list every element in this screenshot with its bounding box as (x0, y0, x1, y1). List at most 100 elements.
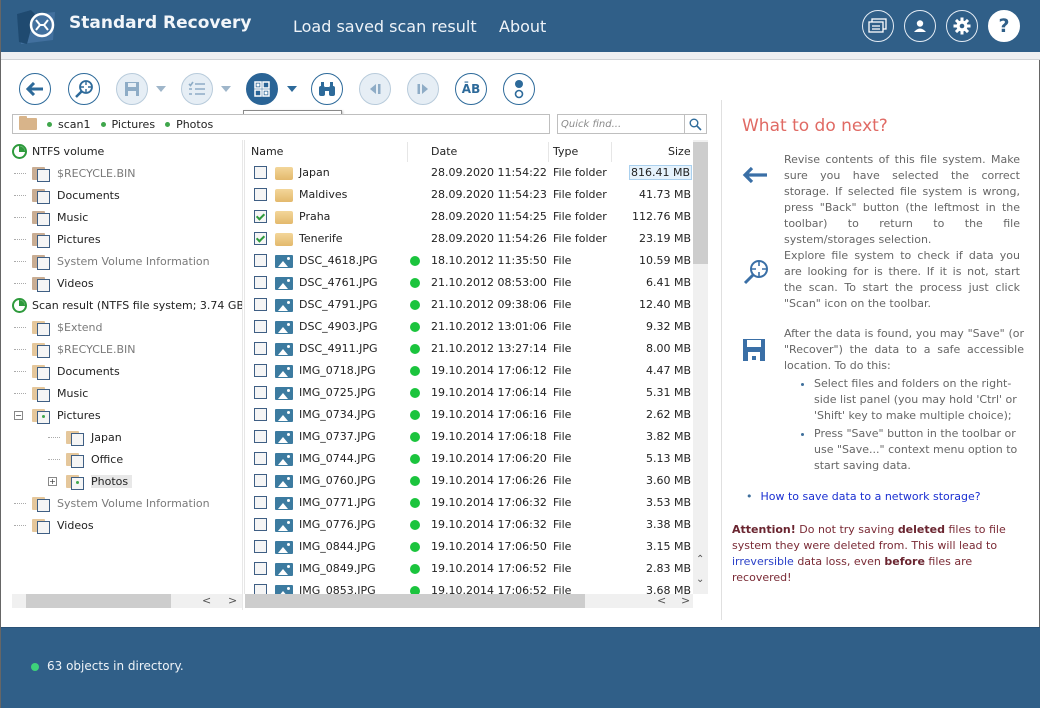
column-separator[interactable] (548, 142, 549, 162)
collapse-icon[interactable]: − (14, 410, 23, 420)
settings-button[interactable] (946, 10, 978, 42)
tree-checkbox[interactable] (71, 432, 84, 446)
scrollbar-thumb[interactable] (245, 594, 585, 608)
tree-folder-node[interactable]: $RECYCLE.BIN (14, 338, 135, 360)
column-separator[interactable] (407, 142, 408, 162)
expand-icon[interactable]: + (48, 476, 57, 486)
row-checkbox[interactable] (254, 342, 267, 355)
file-list-row[interactable]: IMG_0853.JPG 19.10.2014 17:06:52 File 3.68 … (245, 580, 694, 594)
row-checkbox[interactable] (254, 562, 267, 575)
file-list-row[interactable]: IMG_0849.JPG 19.10.2014 17:06:52 File 2.83 … (245, 558, 694, 580)
row-checkbox[interactable] (254, 254, 267, 267)
file-list-row[interactable]: Maldives 28.09.2020 11:54:23 File folder 41… (245, 184, 694, 206)
row-checkbox[interactable] (254, 584, 267, 594)
tree-checkbox[interactable] (71, 454, 84, 468)
tree-checkbox[interactable] (37, 520, 50, 534)
previous-button[interactable] (359, 73, 391, 105)
find-button[interactable] (311, 73, 343, 105)
scroll-right-icon[interactable]: > (228, 594, 237, 608)
row-checkbox[interactable] (254, 474, 267, 487)
file-list-row[interactable]: IMG_0771.JPG 19.10.2014 17:06:32 File 3.53 … (245, 492, 694, 514)
tree-checkbox[interactable] (71, 476, 84, 490)
row-checkbox[interactable] (254, 210, 267, 223)
row-checkbox[interactable] (254, 166, 267, 179)
tree-checkbox[interactable] (37, 498, 50, 512)
encoding-button[interactable]: ĀB (455, 73, 487, 105)
save-dropdown-arrow[interactable] (156, 86, 166, 92)
file-list-row[interactable]: IMG_0737.JPG 19.10.2014 17:06:18 File 3.82 … (245, 426, 694, 448)
column-separator[interactable] (611, 142, 612, 162)
tree-checkbox[interactable] (37, 278, 50, 292)
breadcrumb-item-scan1[interactable]: scan1 (47, 118, 91, 131)
row-checkbox[interactable] (254, 386, 267, 399)
row-checkbox[interactable] (254, 320, 267, 333)
file-list-row[interactable]: IMG_0760.JPG 19.10.2014 17:06:26 File 3.60 … (245, 470, 694, 492)
tree-folder-node[interactable]: − Pictures (14, 404, 101, 426)
tree-volume-node[interactable]: Scan result (NTFS file system; 3.74 GB i… (12, 294, 242, 316)
column-header-name[interactable]: Name (251, 145, 283, 158)
scroll-left-icon[interactable]: < (657, 594, 666, 608)
scan-button[interactable] (68, 73, 100, 105)
file-list-row[interactable]: Praha 28.09.2020 11:54:25 File folder 112.7… (245, 206, 694, 228)
tree-checkbox[interactable] (37, 344, 50, 358)
tree-checkbox[interactable] (37, 234, 50, 248)
next-button[interactable] (407, 73, 439, 105)
breadcrumb-item-photos[interactable]: Photos (165, 118, 213, 131)
tree-checkbox[interactable] (37, 168, 50, 182)
row-checkbox[interactable] (254, 408, 267, 421)
column-header-size[interactable]: Size (668, 145, 691, 158)
status-legend-button[interactable] (503, 73, 535, 105)
scrollbar-thumb[interactable] (26, 594, 171, 608)
irreversible-link[interactable]: irreversible (732, 555, 794, 568)
row-checkbox[interactable] (254, 452, 267, 465)
tree-checkbox[interactable] (37, 366, 50, 380)
tree-folder-node[interactable]: Pictures (14, 228, 101, 250)
about-link[interactable]: About (499, 17, 546, 36)
list-horizontal-scrollbar[interactable]: < > (245, 594, 693, 608)
tree-folder-node[interactable]: Office (48, 448, 123, 470)
list-vertical-scrollbar[interactable]: ⌃ ⌄ (693, 140, 708, 594)
file-list-row[interactable]: DSC_4618.JPG 18.10.2012 11:35:50 File 10.59… (245, 250, 694, 272)
tree-horizontal-scrollbar[interactable]: < > (12, 594, 242, 608)
file-list-row[interactable]: IMG_0776.JPG 19.10.2014 17:06:32 File 3.38 … (245, 514, 694, 536)
file-list-row[interactable]: IMG_0718.JPG 19.10.2014 17:06:12 File 4.47 … (245, 360, 694, 382)
tree-checkbox[interactable] (37, 388, 50, 402)
tree-folder-node[interactable]: Documents (14, 360, 120, 382)
file-list-row[interactable]: IMG_0725.JPG 19.10.2014 17:06:14 File 5.31 … (245, 382, 694, 404)
tree-checkbox[interactable] (37, 212, 50, 226)
tree-folder-node[interactable]: Documents (14, 184, 120, 206)
tree-folder-node[interactable]: System Volume Information (14, 250, 210, 272)
save-button[interactable] (116, 73, 148, 105)
help-button[interactable]: ? (988, 10, 1020, 42)
row-checkbox[interactable] (254, 364, 267, 377)
back-button[interactable] (19, 73, 51, 105)
column-header-type[interactable]: Type (553, 145, 578, 158)
file-list-row[interactable]: DSC_4911.JPG 21.10.2012 13:27:14 File 8.00 … (245, 338, 694, 360)
tree-folder-node[interactable]: System Volume Information (14, 492, 210, 514)
tree-volume-node[interactable]: NTFS volume (12, 140, 104, 162)
quick-find-input[interactable] (558, 115, 684, 133)
load-saved-scan-link[interactable]: Load saved scan result (293, 17, 477, 36)
row-checkbox[interactable] (254, 540, 267, 553)
row-checkbox[interactable] (254, 188, 267, 201)
file-list-row[interactable]: Tenerife 28.09.2020 11:54:26 File folder 23… (245, 228, 694, 250)
scroll-down-icon[interactable]: ⌄ (696, 574, 704, 585)
row-checkbox[interactable] (254, 430, 267, 443)
file-list-row[interactable]: DSC_4761.JPG 21.10.2012 08:53:00 File 6.41 … (245, 272, 694, 294)
account-button[interactable] (904, 10, 936, 42)
checklist-button[interactable] (181, 73, 213, 105)
tree-folder-node[interactable]: Japan (48, 426, 122, 448)
tree-folder-node[interactable]: Music (14, 206, 88, 228)
row-checkbox[interactable] (254, 232, 267, 245)
define-selection-button[interactable] (246, 73, 278, 105)
define-selection-dropdown-arrow[interactable] (287, 86, 297, 92)
tree-checkbox[interactable] (37, 410, 50, 424)
tree-checkbox[interactable] (37, 322, 50, 336)
quick-find-button[interactable] (684, 115, 706, 133)
row-checkbox[interactable] (254, 496, 267, 509)
breadcrumb-item-pictures[interactable]: Pictures (100, 118, 155, 131)
file-list-row[interactable]: DSC_4791.JPG 21.10.2012 09:38:06 File 12.40… (245, 294, 694, 316)
panels-button[interactable] (862, 10, 894, 42)
file-list-row[interactable]: IMG_0744.JPG 19.10.2014 17:06:20 File 5.13 … (245, 448, 694, 470)
column-header-date[interactable]: Date (431, 145, 457, 158)
